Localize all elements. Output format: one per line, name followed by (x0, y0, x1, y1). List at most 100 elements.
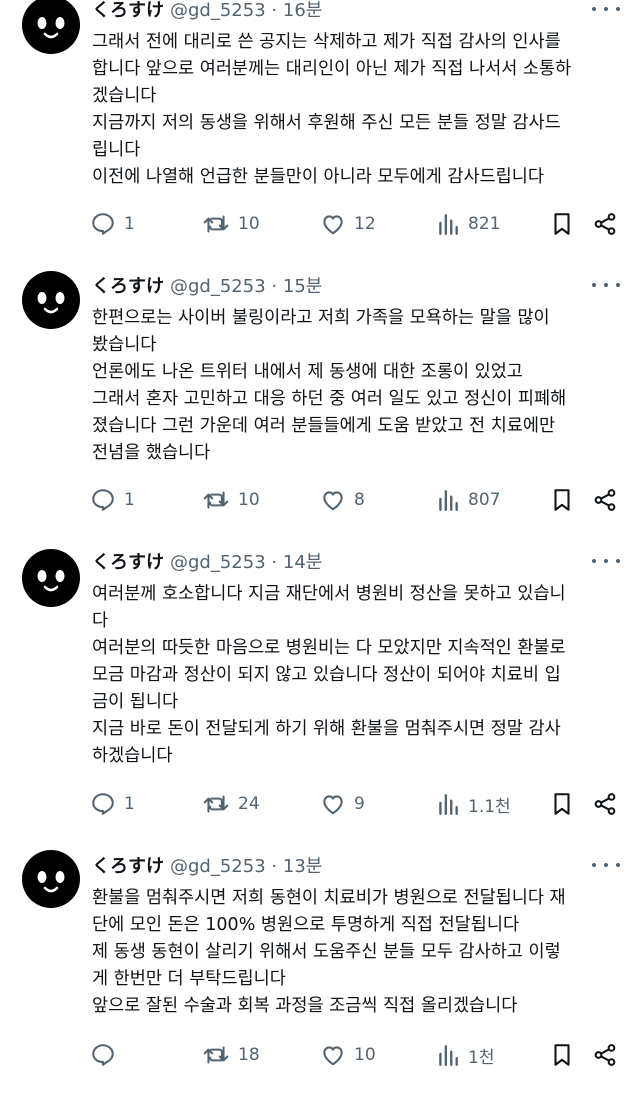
bookmark-button[interactable] (550, 789, 574, 819)
like-count: 12 (354, 214, 376, 234)
bookmark-button[interactable] (550, 209, 574, 239)
user-handle[interactable]: @gd_5253 (170, 856, 266, 877)
tweet-line: 전념을 했습니다 (92, 443, 211, 463)
tweet-line: 다 (92, 611, 109, 631)
bookmark-icon (554, 213, 570, 235)
share-icon (594, 213, 616, 235)
retweet-button[interactable]: 10 (202, 485, 260, 515)
view-count: 1천 (468, 1047, 495, 1068)
avatar-face-icon (37, 871, 65, 893)
more-options-icon[interactable] (592, 554, 620, 568)
reply-icon (92, 489, 114, 511)
tweet-header: くろすけ @gd_5253 · 14분 (92, 552, 322, 574)
tweet[interactable]: くろすけ @gd_5253 · 13분 환불을 멈춰주시면 저희 동현이 치료비가… (0, 850, 640, 1111)
like-count: 9 (354, 794, 365, 814)
avatar[interactable] (22, 271, 80, 329)
retweet-button[interactable]: 18 (202, 1040, 260, 1070)
like-button[interactable]: 8 (320, 485, 365, 515)
avatar-face-icon (37, 292, 65, 314)
view-count: 1.1천 (468, 796, 511, 817)
avatar[interactable] (22, 549, 80, 607)
share-button[interactable] (592, 789, 618, 819)
reply-button[interactable]: 1 (90, 789, 135, 819)
reply-button[interactable]: 1 (90, 485, 135, 515)
reply-icon (92, 793, 114, 815)
user-handle[interactable]: @gd_5253 (170, 0, 266, 21)
tweet-actions: 1 10 8 807 (90, 485, 620, 515)
tweet-header: くろすけ @gd_5253 · 16분 (92, 0, 322, 22)
tweet-line: 하겠습니다 (92, 746, 173, 766)
like-button[interactable]: 10 (320, 1040, 376, 1070)
display-name[interactable]: くろすけ (92, 856, 164, 877)
reply-count: 1 (124, 214, 135, 234)
bookmark-button[interactable] (550, 1040, 574, 1070)
tweet[interactable]: くろすけ @gd_5253 · 14분 여러분께 호소합니다 지금 재단에서 병원… (0, 549, 640, 852)
reply-button[interactable]: 1 (90, 209, 135, 239)
display-name[interactable]: くろすけ (92, 276, 164, 297)
tweet-line: 립니다 (92, 140, 141, 160)
tweet-line: 언론에도 나온 트위터 내에서 제 동생에 대한 조롱이 있었고 (92, 362, 523, 382)
tweet-header: くろすけ @gd_5253 · 15분 (92, 276, 322, 298)
views-button[interactable]: 1천 (436, 1040, 494, 1070)
bookmark-button[interactable] (550, 485, 574, 515)
more-options-icon[interactable] (592, 2, 620, 16)
share-button[interactable] (592, 485, 618, 515)
display-name[interactable]: くろすけ (92, 552, 164, 573)
like-count: 10 (354, 1045, 376, 1065)
views-button[interactable]: 807 (436, 485, 500, 515)
avatar[interactable] (22, 850, 80, 908)
more-options-icon[interactable] (592, 278, 620, 292)
share-icon (594, 1044, 616, 1066)
bookmark-icon (554, 793, 570, 815)
tweet-line: 지금 바로 돈이 전달되게 하기 위해 환불을 멈춰주시면 정말 감사 (92, 719, 561, 739)
tweet-actions: 1 10 12 821 (90, 209, 620, 239)
timestamp[interactable]: 14분 (283, 552, 322, 573)
reply-icon (92, 213, 114, 235)
tweet-text: 한편으로는 사이버 불링이라고 저희 가족을 모욕하는 말을 많이 봤습니다 언… (92, 305, 622, 467)
like-button[interactable]: 12 (320, 209, 376, 239)
reply-icon (92, 1044, 114, 1066)
views-button[interactable]: 821 (436, 209, 500, 239)
views-chart-icon (439, 794, 458, 815)
tweet[interactable]: くろすけ @gd_5253 · 15분 한편으로는 사이버 불링이라고 저희 가족… (0, 271, 640, 556)
user-handle[interactable]: @gd_5253 (170, 552, 266, 573)
heart-icon (323, 1046, 343, 1066)
retweet-button[interactable]: 10 (202, 209, 260, 239)
display-name[interactable]: くろすけ (92, 0, 164, 21)
tweet-line: 이전에 나열해 언급한 분들만이 아니라 모두에게 감사드립니다 (92, 167, 544, 187)
tweet-line: 그래서 전에 대리로 쓴 공지는 삭제하고 제가 직접 감사의 인사를 (92, 32, 561, 52)
tweet-line: 한편으로는 사이버 불링이라고 저희 가족을 모욕하는 말을 많이 (92, 308, 550, 328)
separator-dot: · (271, 276, 278, 297)
retweet-icon (203, 795, 229, 813)
like-count: 8 (354, 490, 365, 510)
views-button[interactable]: 1.1천 (436, 789, 511, 819)
tweet[interactable]: くろすけ @gd_5253 · 16분 그래서 전에 대리로 쓴 공지는 삭제하고… (0, 0, 640, 260)
timestamp[interactable]: 16분 (283, 0, 322, 21)
share-button[interactable] (592, 1040, 618, 1070)
retweet-icon (203, 215, 229, 233)
separator-dot: · (271, 856, 278, 877)
tweet-line: 환불을 멈춰주시면 저희 동현이 치료비가 병원으로 전달됩니다 재 (92, 888, 566, 908)
timestamp[interactable]: 13분 (283, 856, 322, 877)
views-chart-icon (439, 1045, 458, 1066)
reply-count: 1 (124, 794, 135, 814)
tweet-line: 제 동생 동현이 살리기 위해서 도움주신 분들 모두 감사하고 이렇 (92, 942, 561, 962)
share-icon (594, 793, 616, 815)
tweet-line: 그래서 혼자 고민하고 대응 하던 중 여러 일도 있고 정신이 피폐해 (92, 389, 567, 409)
retweet-button[interactable]: 24 (202, 789, 260, 819)
share-button[interactable] (592, 209, 618, 239)
tweet-actions: 1 24 9 1.1천 (90, 789, 620, 819)
tweet-line: 게 한번만 더 부탁드립니다 (92, 969, 286, 989)
user-handle[interactable]: @gd_5253 (170, 276, 266, 297)
tweet-line: 겠습니다 (92, 86, 157, 106)
timestamp[interactable]: 15분 (283, 276, 322, 297)
avatar[interactable] (22, 0, 80, 54)
more-options-icon[interactable] (592, 858, 620, 872)
like-button[interactable]: 9 (320, 789, 365, 819)
reply-button[interactable] (90, 1040, 124, 1070)
bookmark-icon (554, 1044, 570, 1066)
tweet-actions: 18 10 1천 (90, 1040, 620, 1070)
heart-icon (323, 491, 343, 511)
bookmark-icon (554, 489, 570, 511)
avatar-face-icon (37, 17, 65, 39)
